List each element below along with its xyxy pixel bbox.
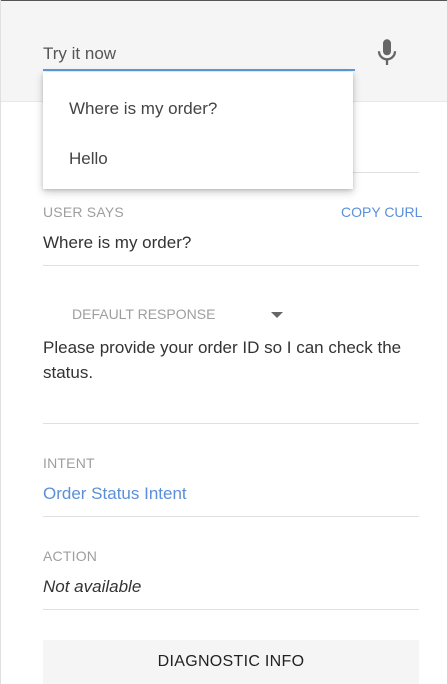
test-console-panel: USER SAYS COPY CURL Where is my order? D… [0, 0, 447, 684]
caret-down-icon[interactable] [271, 312, 283, 318]
default-response-label: DEFAULT RESPONSE [72, 306, 216, 322]
suggestion-item[interactable]: Where is my order? [69, 99, 217, 119]
divider [43, 609, 419, 610]
user-says-label: USER SAYS [43, 204, 124, 220]
suggestions-dropdown: Where is my order? Hello [43, 72, 353, 189]
suggestion-item[interactable]: Hello [69, 149, 108, 169]
copy-curl-link[interactable]: COPY CURL [341, 204, 422, 220]
microphone-icon[interactable] [373, 37, 401, 69]
action-label: ACTION [43, 548, 98, 564]
divider [43, 265, 419, 266]
diagnostic-info-button[interactable]: DIAGNOSTIC INFO [43, 640, 419, 684]
response-text: Please provide your order ID so I can ch… [43, 338, 402, 382]
intent-label: INTENT [43, 455, 95, 471]
divider [43, 516, 419, 517]
divider [43, 423, 419, 424]
intent-link[interactable]: Order Status Intent [43, 484, 187, 504]
try-it-input[interactable] [43, 39, 355, 71]
action-value: Not available [43, 577, 142, 596]
user-says-value: Where is my order? [43, 233, 192, 252]
